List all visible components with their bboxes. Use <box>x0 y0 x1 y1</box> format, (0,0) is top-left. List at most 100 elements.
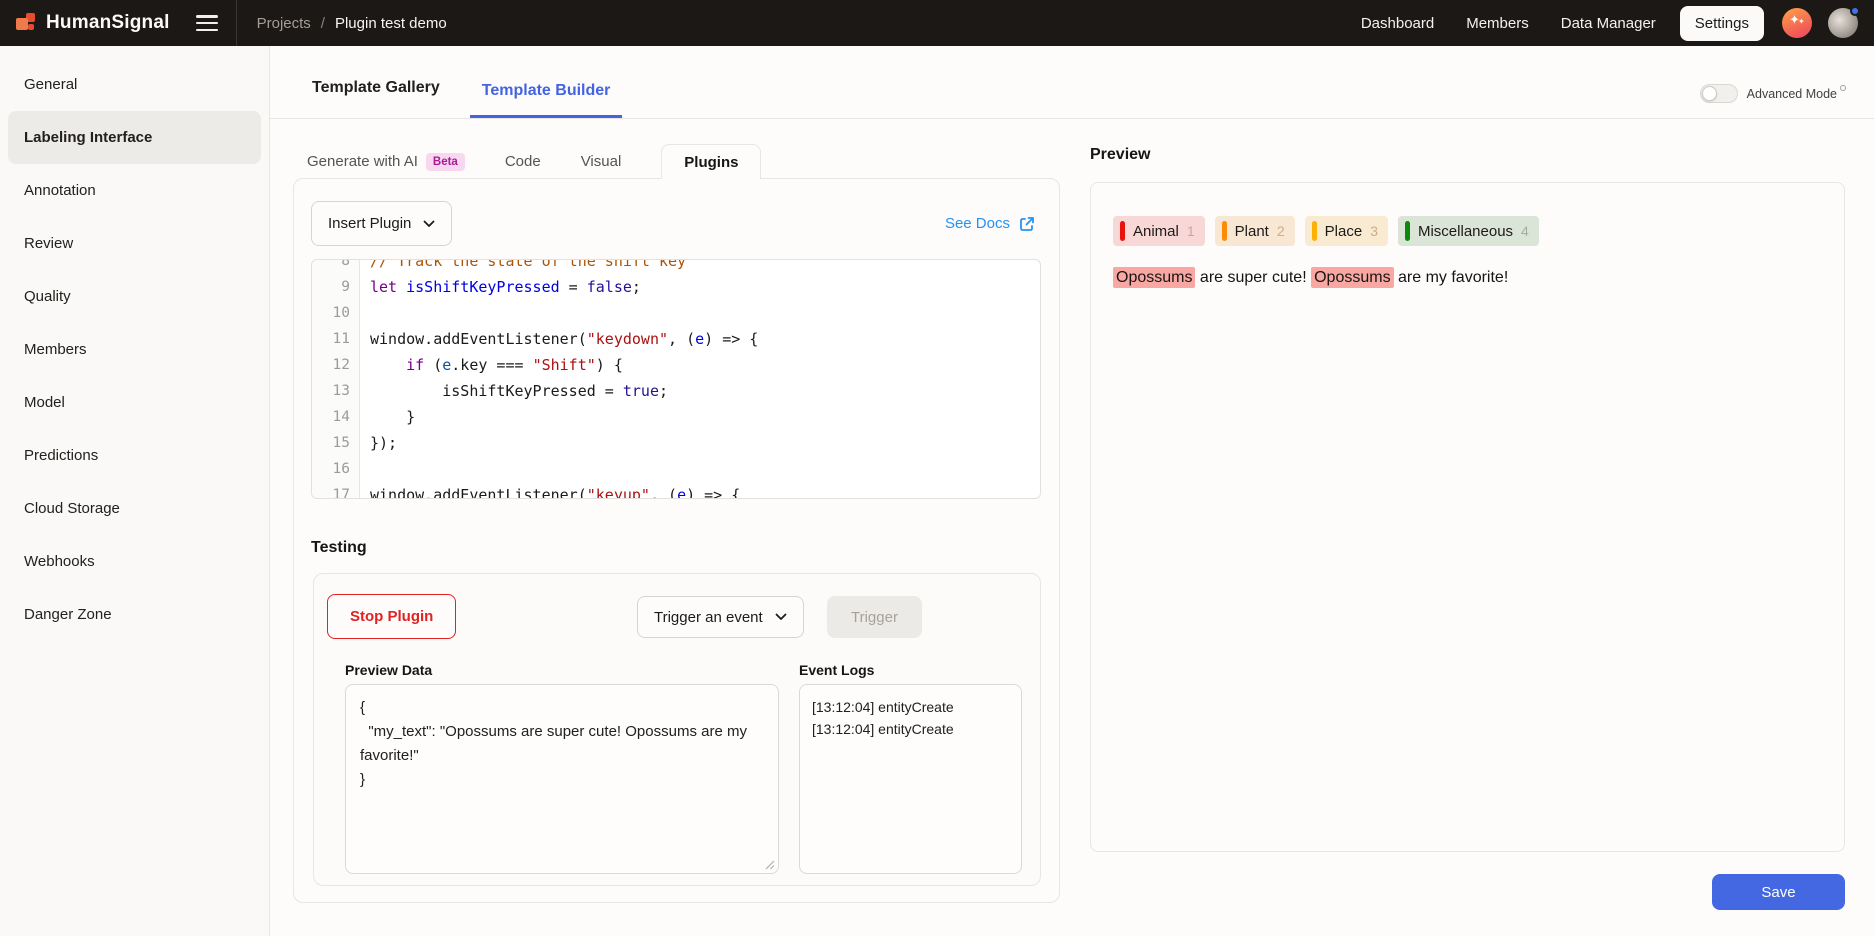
chevron-down-icon <box>775 613 787 621</box>
line-number: 15 <box>312 430 350 456</box>
plain-text: are my favorite! <box>1394 269 1509 286</box>
breadcrumb-projects-link[interactable]: Projects <box>257 15 311 32</box>
testing-heading: Testing <box>311 539 367 557</box>
line-number: 8 <box>312 259 350 274</box>
highlighted-region: Opossums <box>1311 267 1393 288</box>
trigger-button[interactable]: Trigger <box>827 596 922 638</box>
user-avatar[interactable] <box>1828 8 1858 38</box>
sidebar-item-quality[interactable]: Quality <box>8 270 261 323</box>
preview-data-label: Preview Data <box>345 662 432 678</box>
preview-data-textarea[interactable]: { "my_text": "Opossums are super cute! O… <box>345 684 779 874</box>
line-number: 10 <box>312 300 350 326</box>
plain-text: are super cute! <box>1195 269 1311 286</box>
label-chip-plant[interactable]: Plant2 <box>1215 216 1295 246</box>
notification-dot <box>1850 6 1860 16</box>
code-line: if (e.key === "Shift") { <box>370 352 1040 378</box>
code-line: } <box>370 404 1040 430</box>
preview-text[interactable]: Opossums are super cute! Opossums are my… <box>1113 265 1508 291</box>
line-number: 12 <box>312 352 350 378</box>
sidebar-item-webhooks[interactable]: Webhooks <box>8 535 261 588</box>
nav-link-dashboard[interactable]: Dashboard <box>1361 15 1434 32</box>
sidebar-item-review[interactable]: Review <box>8 217 261 270</box>
label-chip-animal[interactable]: Animal 1 <box>1113 216 1205 246</box>
sidebar-item-danger-zone[interactable]: Danger Zone <box>8 588 261 641</box>
subtab-label: Plugins <box>684 154 738 171</box>
nav-link-data-manager[interactable]: Data Manager <box>1561 15 1656 32</box>
brand[interactable]: HumanSignal <box>16 12 170 34</box>
subtab-label: Generate with AI <box>307 153 418 170</box>
label-color-bar <box>1120 221 1125 241</box>
subtab-visual[interactable]: Visual <box>581 153 622 170</box>
sidebar-item-members[interactable]: Members <box>8 323 261 376</box>
see-docs-link[interactable]: See Docs <box>945 215 1036 233</box>
line-number: 11 <box>312 326 350 352</box>
main-content: Template Gallery Template Builder Advance… <box>270 46 1874 936</box>
brand-name: HumanSignal <box>46 12 170 34</box>
label-chip-miscellaneous[interactable]: Miscellaneous 4 <box>1398 216 1539 246</box>
testing-card: Stop Plugin Trigger an event Trigger Pre… <box>313 573 1041 886</box>
advanced-mode-label: Advanced Mode <box>1747 87 1837 101</box>
main-tabs: Template Gallery Template Builder <box>300 79 640 118</box>
label-text: Animal <box>1133 223 1179 240</box>
code-line: }); <box>370 430 1040 456</box>
stop-plugin-button[interactable]: Stop Plugin <box>327 594 456 639</box>
sidebar-item-labeling-interface[interactable]: Labeling Interface <box>8 111 261 164</box>
sidebar-item-cloud-storage[interactable]: Cloud Storage <box>8 482 261 535</box>
ai-assistant-button[interactable]: ✦ ✦ <box>1782 8 1812 38</box>
plugin-toolbar: Insert Plugin See Docs <box>311 201 1036 246</box>
line-number: 14 <box>312 404 350 430</box>
topbar: HumanSignal Projects / Plugin test demo … <box>0 0 1874 46</box>
code-line <box>370 456 1040 482</box>
subtab-label: Code <box>505 153 541 170</box>
advanced-mode-control: Advanced Mode <box>1700 84 1846 103</box>
settings-button[interactable]: Settings <box>1680 6 1764 41</box>
plugins-panel: Insert Plugin See Docs 89101112131415161… <box>293 178 1060 903</box>
chevron-down-icon <box>423 220 435 228</box>
label-text: Miscellaneous <box>1418 223 1513 240</box>
beta-badge: Beta <box>426 153 465 171</box>
label-hotkey: 4 <box>1521 223 1529 239</box>
sidebar-item-annotation[interactable]: Annotation <box>8 164 261 217</box>
label-chip-place[interactable]: Place 3 <box>1305 216 1388 246</box>
event-log-entry: [13:12:04] entityCreate <box>812 696 1009 718</box>
label-hotkey: 2 <box>1277 223 1285 239</box>
label-hotkey: 3 <box>1370 223 1378 239</box>
code-gutter: 891011121314151617 <box>312 259 360 499</box>
hamburger-menu-icon[interactable] <box>196 15 218 31</box>
nav-link-members[interactable]: Members <box>1466 15 1529 32</box>
advanced-mode-info-icon <box>1840 85 1846 91</box>
line-number: 17 <box>312 482 350 499</box>
label-hotkey: 1 <box>1187 223 1195 239</box>
sidebar-item-predictions[interactable]: Predictions <box>8 429 261 482</box>
label-color-bar <box>1222 221 1227 241</box>
trigger-event-label: Trigger an event <box>654 609 763 626</box>
event-log-entry: [13:12:04] entityCreate <box>812 718 1009 740</box>
event-logs-box: [13:12:04] entityCreate[13:12:04] entity… <box>799 684 1022 874</box>
sidebar-nav: GeneralLabeling InterfaceAnnotationRevie… <box>0 58 269 641</box>
save-button[interactable]: Save <box>1712 874 1845 910</box>
subtab-plugins[interactable]: Plugins <box>661 144 761 179</box>
external-link-icon <box>1018 215 1036 233</box>
sidebar-item-general[interactable]: General <box>8 58 261 111</box>
preview-card: Animal 1 Plant2 Place 3 Miscellaneous 4 Opossu… <box>1090 182 1845 852</box>
label-text: Place <box>1325 223 1363 240</box>
code-line: isShiftKeyPressed = true; <box>370 378 1040 404</box>
preview-heading: Preview <box>1090 146 1150 164</box>
code-line: window.addEventListener("keydown", (e) =… <box>370 326 1040 352</box>
tab-template-builder[interactable]: Template Builder <box>470 82 623 118</box>
event-logs-label: Event Logs <box>799 662 874 678</box>
sidebar-item-model[interactable]: Model <box>8 376 261 429</box>
tab-template-gallery[interactable]: Template Gallery <box>300 79 452 118</box>
settings-sidebar: GeneralLabeling InterfaceAnnotationRevie… <box>0 46 270 936</box>
plugin-code-editor[interactable]: 891011121314151617 // Track the state of… <box>311 259 1041 499</box>
line-number: 9 <box>312 274 350 300</box>
trigger-event-dropdown[interactable]: Trigger an event <box>637 596 804 638</box>
code-line: window.addEventListener("keyup", (e) => … <box>370 482 1040 499</box>
subtab-code[interactable]: Code <box>505 153 541 170</box>
subtab-generate-with-ai[interactable]: Generate with AI Beta <box>307 153 465 171</box>
line-number: 13 <box>312 378 350 404</box>
insert-plugin-dropdown[interactable]: Insert Plugin <box>311 201 452 246</box>
code-lines: // Track the state of the shift keylet i… <box>360 259 1040 499</box>
advanced-mode-toggle[interactable] <box>1700 84 1738 103</box>
top-nav: Dashboard Members Data Manager <box>1361 15 1656 32</box>
